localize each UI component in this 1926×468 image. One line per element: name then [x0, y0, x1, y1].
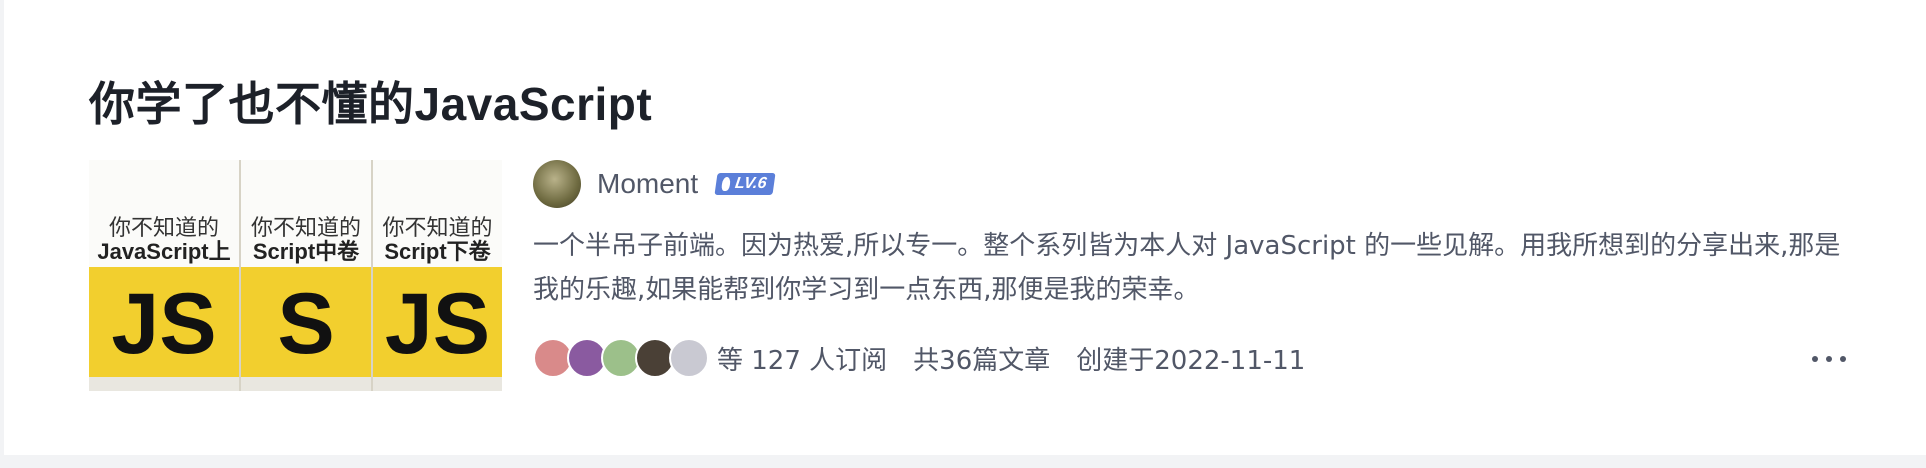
- level-icon: [721, 177, 732, 191]
- subscriber-count: 等 127 人订阅: [717, 345, 888, 376]
- author-info: Moment LV.6: [533, 160, 777, 208]
- cover-book-3-word: Script下卷: [384, 239, 491, 264]
- column-card: 你学了也不懂的JavaScript 你不知道的 JavaScript上卷 JS …: [4, 0, 1926, 455]
- level-label: LV.6: [734, 175, 768, 192]
- more-options-icon[interactable]: [1812, 352, 1846, 366]
- cover-book-2-big: S: [277, 276, 335, 372]
- created-date: 创建于2022-11-11: [1076, 345, 1306, 376]
- column-cover-image[interactable]: 你不知道的 JavaScript上卷 JS 你不知道的 Script中卷 S 你…: [89, 160, 502, 391]
- column-meta: 等 127 人订阅 共36篇文章 创建于2022-11-11: [533, 338, 1305, 378]
- cover-book-2-word: Script中卷: [252, 239, 360, 264]
- cover-book-3: 你不知道的 Script下卷 JS: [373, 160, 502, 391]
- author-name[interactable]: Moment: [597, 168, 698, 200]
- cover-book-1: 你不知道的 JavaScript上卷 JS: [89, 160, 241, 391]
- subscriber-avatar: [669, 338, 709, 378]
- cover-book-1-big: JS: [111, 276, 217, 372]
- author-avatar[interactable]: [533, 160, 581, 208]
- column-title[interactable]: 你学了也不懂的JavaScript: [89, 68, 652, 134]
- article-count: 共36篇文章: [913, 345, 1051, 376]
- cover-book-3-big: JS: [384, 276, 491, 372]
- cover-book-2: 你不知道的 Script中卷 S: [241, 160, 373, 391]
- subscriber-avatars[interactable]: [533, 338, 709, 378]
- column-description: 一个半吊子前端。因为热爱,所以专一。整个系列皆为本人对 JavaScript 的…: [533, 231, 1841, 305]
- level-badge[interactable]: LV.6: [714, 173, 777, 195]
